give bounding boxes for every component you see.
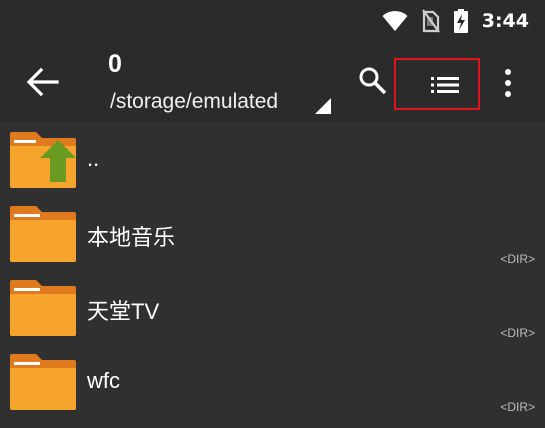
status-icons: 3:44 [382, 7, 529, 35]
search-icon[interactable] [358, 66, 388, 96]
file-name: 本地音乐 [87, 225, 176, 250]
wifi-icon [382, 10, 408, 31]
file-name: .. [87, 146, 100, 171]
folder-icon [10, 354, 76, 410]
toolbar-title: 0 [108, 50, 122, 78]
file-row[interactable]: 本地音乐 <DIR> [0, 196, 545, 270]
file-row-parent[interactable]: .. [0, 122, 545, 196]
file-name: wfc [87, 368, 120, 393]
status-bar: 3:44 [0, 0, 545, 42]
file-row[interactable]: 天堂TV <DIR> [0, 270, 545, 344]
folder-up-icon [10, 132, 76, 188]
no-sim-icon [421, 9, 440, 33]
current-path[interactable]: /storage/emulated [110, 90, 278, 114]
folder-icon [10, 206, 76, 262]
list-view-icon [431, 77, 459, 93]
status-time: 3:44 [481, 10, 529, 32]
list-view-button[interactable] [394, 58, 480, 110]
more-vert-icon[interactable] [500, 68, 516, 98]
path-dropdown-icon[interactable] [315, 98, 331, 114]
folder-icon [10, 280, 76, 336]
battery-charging-icon [453, 9, 468, 33]
dir-tag: <DIR> [500, 400, 535, 414]
file-row[interactable]: wfc <DIR> [0, 344, 545, 418]
dir-tag: <DIR> [500, 252, 535, 266]
dir-tag: <DIR> [500, 326, 535, 340]
file-name: 天堂TV [87, 299, 160, 324]
toolbar: 0 /storage/emulated [0, 42, 545, 122]
back-arrow-icon[interactable] [24, 66, 60, 98]
